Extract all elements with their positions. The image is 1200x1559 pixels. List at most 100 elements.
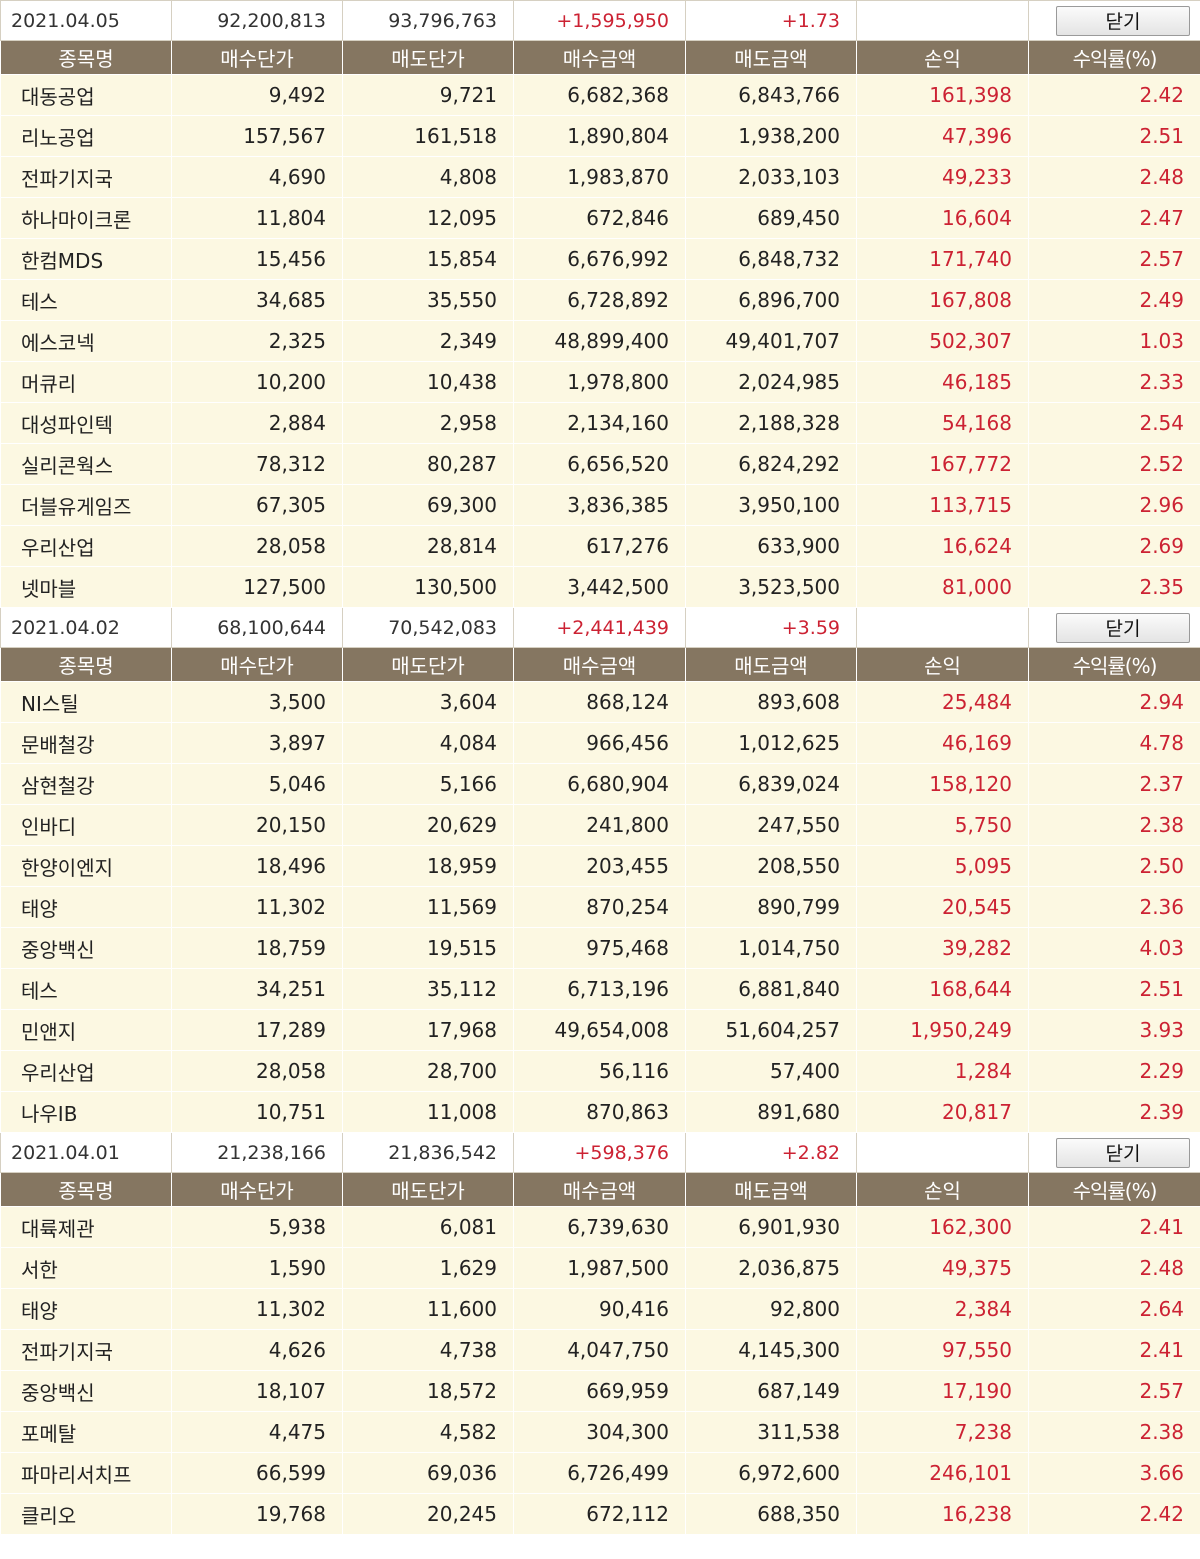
stock-name: 한양이엔지 — [0, 845, 172, 887]
stock-name: 포메탈 — [0, 1411, 172, 1453]
col-header-name: 종목명 — [0, 40, 172, 75]
sell-amount: 6,848,732 — [685, 238, 857, 280]
profit-value: 16,238 — [856, 1493, 1029, 1535]
sell-amount: 2,033,103 — [685, 156, 857, 198]
buy-amount: 672,846 — [513, 197, 686, 239]
return-rate: 2.41 — [1028, 1206, 1200, 1248]
buy-amount: 1,987,500 — [513, 1247, 686, 1289]
return-rate: 2.42 — [1028, 74, 1200, 116]
stock-name: 대성파인텍 — [0, 402, 172, 444]
col-header-return-rate: 수익률(%) — [1028, 40, 1200, 75]
stock-name: 서한 — [0, 1247, 172, 1289]
stock-name: 대륙제관 — [0, 1206, 172, 1248]
stock-name: 대동공업 — [0, 74, 172, 116]
stock-name: 더블유게임즈 — [0, 484, 172, 526]
stock-name: 리노공업 — [0, 115, 172, 157]
sell-price: 11,569 — [342, 886, 514, 928]
buy-amount: 975,468 — [513, 927, 686, 969]
buy-price: 34,251 — [171, 968, 343, 1010]
sell-price: 4,738 — [342, 1329, 514, 1371]
buy-amount: 1,890,804 — [513, 115, 686, 157]
table-row: 태양 11,302 11,569 870,254 890,799 20,545 2.36 — [0, 886, 1200, 928]
buy-amount: 241,800 — [513, 804, 686, 846]
stock-name: 파마리서치프 — [0, 1452, 172, 1494]
buy-amount: 304,300 — [513, 1411, 686, 1453]
buy-amount: 1,983,870 — [513, 156, 686, 198]
return-rate: 2.38 — [1028, 804, 1200, 846]
buy-amount: 6,682,368 — [513, 74, 686, 116]
profit-value: 46,169 — [856, 722, 1029, 764]
trade-table: 2021.04.05 92,200,813 93,796,763 +1,595,950… — [0, 0, 1200, 1535]
sell-amount: 689,450 — [685, 197, 857, 239]
col-header-profit: 손익 — [856, 40, 1029, 75]
sell-price: 19,515 — [342, 927, 514, 969]
sell-price: 9,721 — [342, 74, 514, 116]
buy-amount: 49,654,008 — [513, 1009, 686, 1051]
sell-amount: 3,950,100 — [685, 484, 857, 526]
buy-amount: 870,254 — [513, 886, 686, 928]
sell-price: 2,958 — [342, 402, 514, 444]
stock-name: 태양 — [0, 1288, 172, 1330]
col-header-profit: 손익 — [856, 647, 1029, 682]
col-header-sell-amount: 매도금액 — [685, 40, 857, 75]
buy-price: 5,938 — [171, 1206, 343, 1248]
col-header-buy-amount: 매수금액 — [513, 647, 686, 682]
sell-amount: 208,550 — [685, 845, 857, 887]
return-rate: 3.66 — [1028, 1452, 1200, 1494]
sell-amount: 6,843,766 — [685, 74, 857, 116]
sell-amount: 6,972,600 — [685, 1452, 857, 1494]
profit-value: 167,772 — [856, 443, 1029, 485]
stock-name: 인바디 — [0, 804, 172, 846]
buy-amount: 3,836,385 — [513, 484, 686, 526]
return-rate: 2.49 — [1028, 279, 1200, 321]
buy-price: 10,751 — [171, 1091, 343, 1133]
column-header-row: 종목명 매수단가 매도단가 매수금액 매도금액 손익 수익률(%) — [0, 1172, 1200, 1207]
day-sell-total: 21,836,542 — [342, 1132, 514, 1173]
profit-value: 5,750 — [856, 804, 1029, 846]
return-rate: 2.48 — [1028, 156, 1200, 198]
sell-price: 69,300 — [342, 484, 514, 526]
table-row: 클리오 19,768 20,245 672,112 688,350 16,238 2.42 — [0, 1493, 1200, 1535]
stock-name: 클리오 — [0, 1493, 172, 1535]
stock-name: 전파기지국 — [0, 156, 172, 198]
buy-price: 2,884 — [171, 402, 343, 444]
table-row: 우리산업 28,058 28,814 617,276 633,900 16,624 2.69 — [0, 525, 1200, 567]
close-button[interactable]: 닫기 — [1056, 5, 1190, 36]
profit-value: 2,384 — [856, 1288, 1029, 1330]
sell-amount: 51,604,257 — [685, 1009, 857, 1051]
buy-amount: 90,416 — [513, 1288, 686, 1330]
return-rate: 3.93 — [1028, 1009, 1200, 1051]
col-header-buy-price: 매수단가 — [171, 1172, 343, 1207]
day-date: 2021.04.01 — [0, 1132, 172, 1173]
buy-amount: 6,656,520 — [513, 443, 686, 485]
buy-price: 78,312 — [171, 443, 343, 485]
day-profit: +1,595,950 — [513, 0, 686, 41]
sell-price: 5,166 — [342, 763, 514, 805]
profit-value: 171,740 — [856, 238, 1029, 280]
buy-amount: 6,726,499 — [513, 1452, 686, 1494]
col-header-return-rate: 수익률(%) — [1028, 1172, 1200, 1207]
day-date: 2021.04.05 — [0, 0, 172, 41]
close-button[interactable]: 닫기 — [1056, 1137, 1190, 1168]
buy-price: 28,058 — [171, 525, 343, 567]
buy-amount: 868,124 — [513, 681, 686, 723]
sell-price: 18,959 — [342, 845, 514, 887]
stock-name: 삼현철강 — [0, 763, 172, 805]
return-rate: 2.94 — [1028, 681, 1200, 723]
buy-price: 2,325 — [171, 320, 343, 362]
table-row: 전파기지국 4,690 4,808 1,983,870 2,033,103 49,233 2… — [0, 156, 1200, 198]
buy-amount: 966,456 — [513, 722, 686, 764]
table-row: 대동공업 9,492 9,721 6,682,368 6,843,766 161,398 2… — [0, 74, 1200, 116]
buy-price: 34,685 — [171, 279, 343, 321]
stock-name: 나우IB — [0, 1091, 172, 1133]
table-row: 더블유게임즈 67,305 69,300 3,836,385 3,950,100 113,… — [0, 484, 1200, 526]
stock-name: 중앙백신 — [0, 927, 172, 969]
sell-price: 69,036 — [342, 1452, 514, 1494]
profit-value: 5,095 — [856, 845, 1029, 887]
buy-price: 11,302 — [171, 1288, 343, 1330]
return-rate: 2.54 — [1028, 402, 1200, 444]
buy-price: 1,590 — [171, 1247, 343, 1289]
close-button[interactable]: 닫기 — [1056, 612, 1190, 643]
profit-value: 49,233 — [856, 156, 1029, 198]
stock-name: 문배철강 — [0, 722, 172, 764]
